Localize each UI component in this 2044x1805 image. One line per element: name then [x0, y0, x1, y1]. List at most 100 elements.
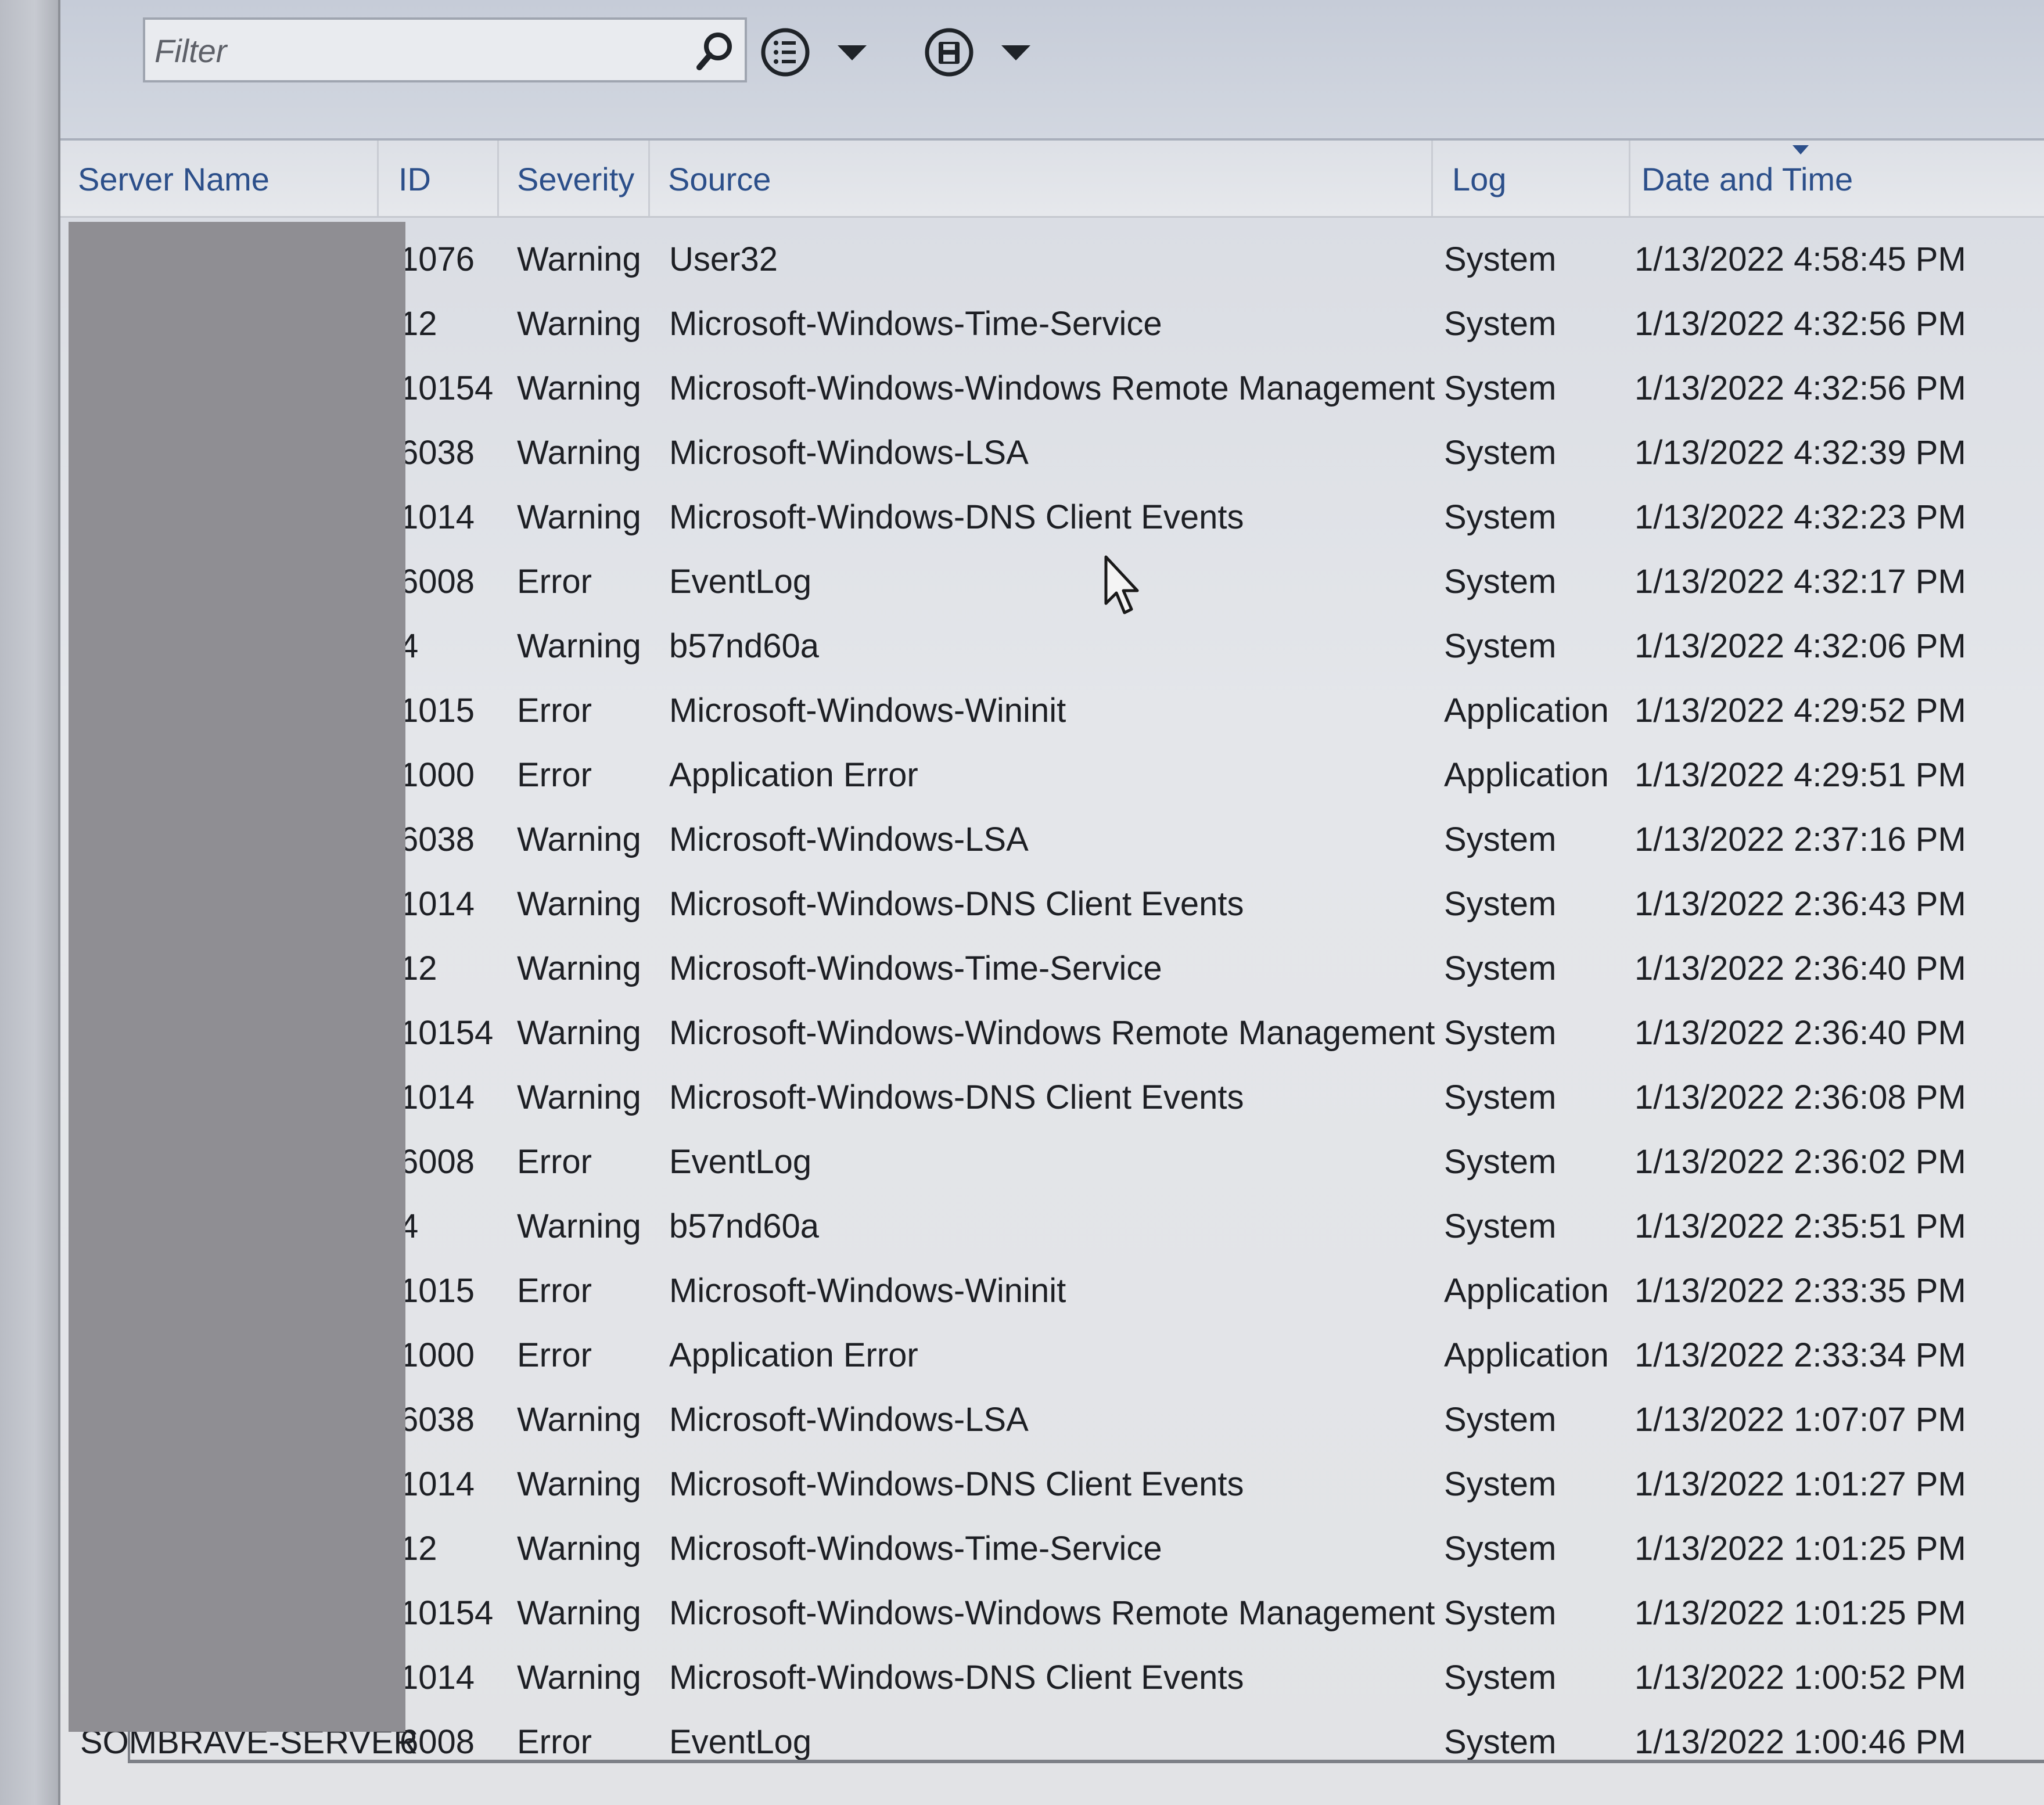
table-bottom-edge [128, 1731, 130, 1763]
cell-source: Microsoft-Windows-DNS Client Events [669, 1659, 1244, 1696]
cell-date-and-time: 1/13/2022 4:32:56 PM [1635, 369, 1966, 407]
column-divider[interactable] [1629, 141, 1630, 216]
cell-id: 1014 [400, 1465, 475, 1503]
cell-source: Application Error [669, 1336, 918, 1374]
cell-source: Microsoft-Windows-LSA [669, 821, 1029, 858]
cell-id: 1014 [400, 885, 475, 923]
cell-severity: Warning [517, 1207, 641, 1245]
cell-date-and-time: 1/13/2022 1:00:52 PM [1635, 1659, 1966, 1696]
cell-severity: Warning [517, 498, 641, 536]
table-bottom-border [128, 1760, 2044, 1763]
column-header-date-and-time[interactable]: Date and Time [1641, 153, 1853, 206]
cell-source: Microsoft-Windows-Time-Service [669, 1530, 1162, 1567]
cell-severity: Warning [517, 885, 641, 923]
cell-date-and-time: 1/13/2022 2:33:34 PM [1635, 1336, 1966, 1374]
cell-date-and-time: 1/13/2022 4:32:06 PM [1635, 627, 1966, 665]
cell-severity: Warning [517, 1659, 641, 1696]
cell-source: EventLog [669, 563, 812, 601]
cell-log: System [1444, 627, 1557, 665]
column-header-severity[interactable]: Severity [517, 153, 634, 206]
cell-severity: Warning [517, 1465, 641, 1503]
cell-log: System [1444, 305, 1557, 343]
cell-source: Microsoft-Windows-DNS Client Events [669, 1465, 1244, 1503]
cell-severity: Warning [517, 305, 641, 343]
column-header-server-name[interactable]: Server Name [78, 153, 270, 206]
column-divider[interactable] [648, 141, 650, 216]
cell-id: 1000 [400, 756, 475, 794]
cell-source: Microsoft-Windows-Windows Remote Managem… [669, 1014, 1435, 1052]
cell-source: b57nd60a [669, 1207, 820, 1245]
cell-date-and-time: 1/13/2022 2:36:43 PM [1635, 885, 1966, 923]
cell-id: 6008 [400, 563, 475, 601]
cell-id: 1015 [400, 692, 475, 729]
cell-severity: Error [517, 1143, 592, 1181]
cell-severity: Warning [517, 627, 641, 665]
cell-log: System [1444, 821, 1557, 858]
cell-source: Microsoft-Windows-Wininit [669, 1272, 1066, 1310]
cell-source: Microsoft-Windows-Windows Remote Managem… [669, 1594, 1435, 1632]
table-header: Server Name ID Severity Source Log Date … [60, 141, 2044, 218]
cell-severity: Warning [517, 240, 641, 278]
cell-log: System [1444, 498, 1557, 536]
cell-severity: Error [517, 756, 592, 794]
cell-severity: Error [517, 692, 592, 729]
cell-log: System [1444, 950, 1557, 987]
cell-id: 6038 [400, 1401, 475, 1439]
cell-date-and-time: 1/13/2022 2:33:35 PM [1635, 1272, 1966, 1310]
cell-date-and-time: 1/13/2022 2:36:08 PM [1635, 1078, 1966, 1116]
toolbar [60, 0, 2044, 141]
cell-id: 6008 [400, 1143, 475, 1181]
save-icon [925, 28, 973, 77]
cell-log: Application [1444, 1272, 1609, 1310]
cell-date-and-time: 1/13/2022 2:35:51 PM [1635, 1207, 1966, 1245]
cell-id: 1015 [400, 1272, 475, 1310]
window-left-edge [0, 0, 60, 1805]
view-options-button[interactable] [756, 21, 884, 85]
column-header-log[interactable]: Log [1452, 153, 1506, 206]
cell-source: Microsoft-Windows-Time-Service [669, 305, 1162, 343]
cell-date-and-time: 1/13/2022 4:29:52 PM [1635, 692, 1966, 729]
cell-log: System [1444, 1401, 1557, 1439]
cell-log: System [1444, 1143, 1557, 1181]
cell-source: Microsoft-Windows-DNS Client Events [669, 885, 1244, 923]
filter-input[interactable] [153, 27, 678, 74]
cell-date-and-time: 1/13/2022 1:07:07 PM [1635, 1401, 1966, 1439]
cell-date-and-time: 1/13/2022 1:01:27 PM [1635, 1465, 1966, 1503]
column-divider[interactable] [377, 141, 379, 216]
cell-severity: Warning [517, 1401, 641, 1439]
cell-severity: Warning [517, 1594, 641, 1632]
cell-log: System [1444, 240, 1557, 278]
search-icon[interactable] [691, 28, 738, 74]
cell-id: 6038 [400, 821, 475, 858]
cell-severity: Warning [517, 950, 641, 987]
cell-source: User32 [669, 240, 778, 278]
cell-id: 1014 [400, 1659, 475, 1696]
cell-source: Microsoft-Windows-LSA [669, 1401, 1029, 1439]
cell-id: 6038 [400, 434, 475, 472]
cell-log: System [1444, 1014, 1557, 1052]
cell-id: 10154 [400, 1594, 494, 1632]
cell-id: 1000 [400, 1336, 475, 1374]
chevron-down-icon [838, 45, 867, 60]
cell-date-and-time: 1/13/2022 4:32:23 PM [1635, 498, 1966, 536]
column-divider[interactable] [497, 141, 499, 216]
column-header-source[interactable]: Source [668, 153, 771, 206]
column-divider[interactable] [1431, 141, 1433, 216]
cell-id: 10154 [400, 369, 494, 407]
cell-source: Microsoft-Windows-Windows Remote Managem… [669, 369, 1435, 407]
cell-severity: Error [517, 1272, 592, 1310]
column-header-id[interactable]: ID [398, 153, 431, 206]
cell-source: Microsoft-Windows-Time-Service [669, 950, 1162, 987]
cell-source: Microsoft-Windows-DNS Client Events [669, 498, 1244, 536]
cell-date-and-time: 1/13/2022 4:32:17 PM [1635, 563, 1966, 601]
cell-date-and-time: 1/13/2022 1:01:25 PM [1635, 1530, 1966, 1567]
cell-date-and-time: 1/13/2022 4:32:56 PM [1635, 305, 1966, 343]
save-options-button[interactable] [920, 21, 1048, 85]
chevron-down-icon [1001, 45, 1030, 60]
cell-date-and-time: 1/13/2022 4:58:45 PM [1635, 240, 1966, 278]
cell-log: Application [1444, 1336, 1609, 1374]
cell-severity: Warning [517, 1530, 641, 1567]
cell-date-and-time: 1/13/2022 1:01:25 PM [1635, 1594, 1966, 1632]
cell-log: System [1444, 369, 1557, 407]
cell-date-and-time: 1/13/2022 2:36:02 PM [1635, 1143, 1966, 1181]
